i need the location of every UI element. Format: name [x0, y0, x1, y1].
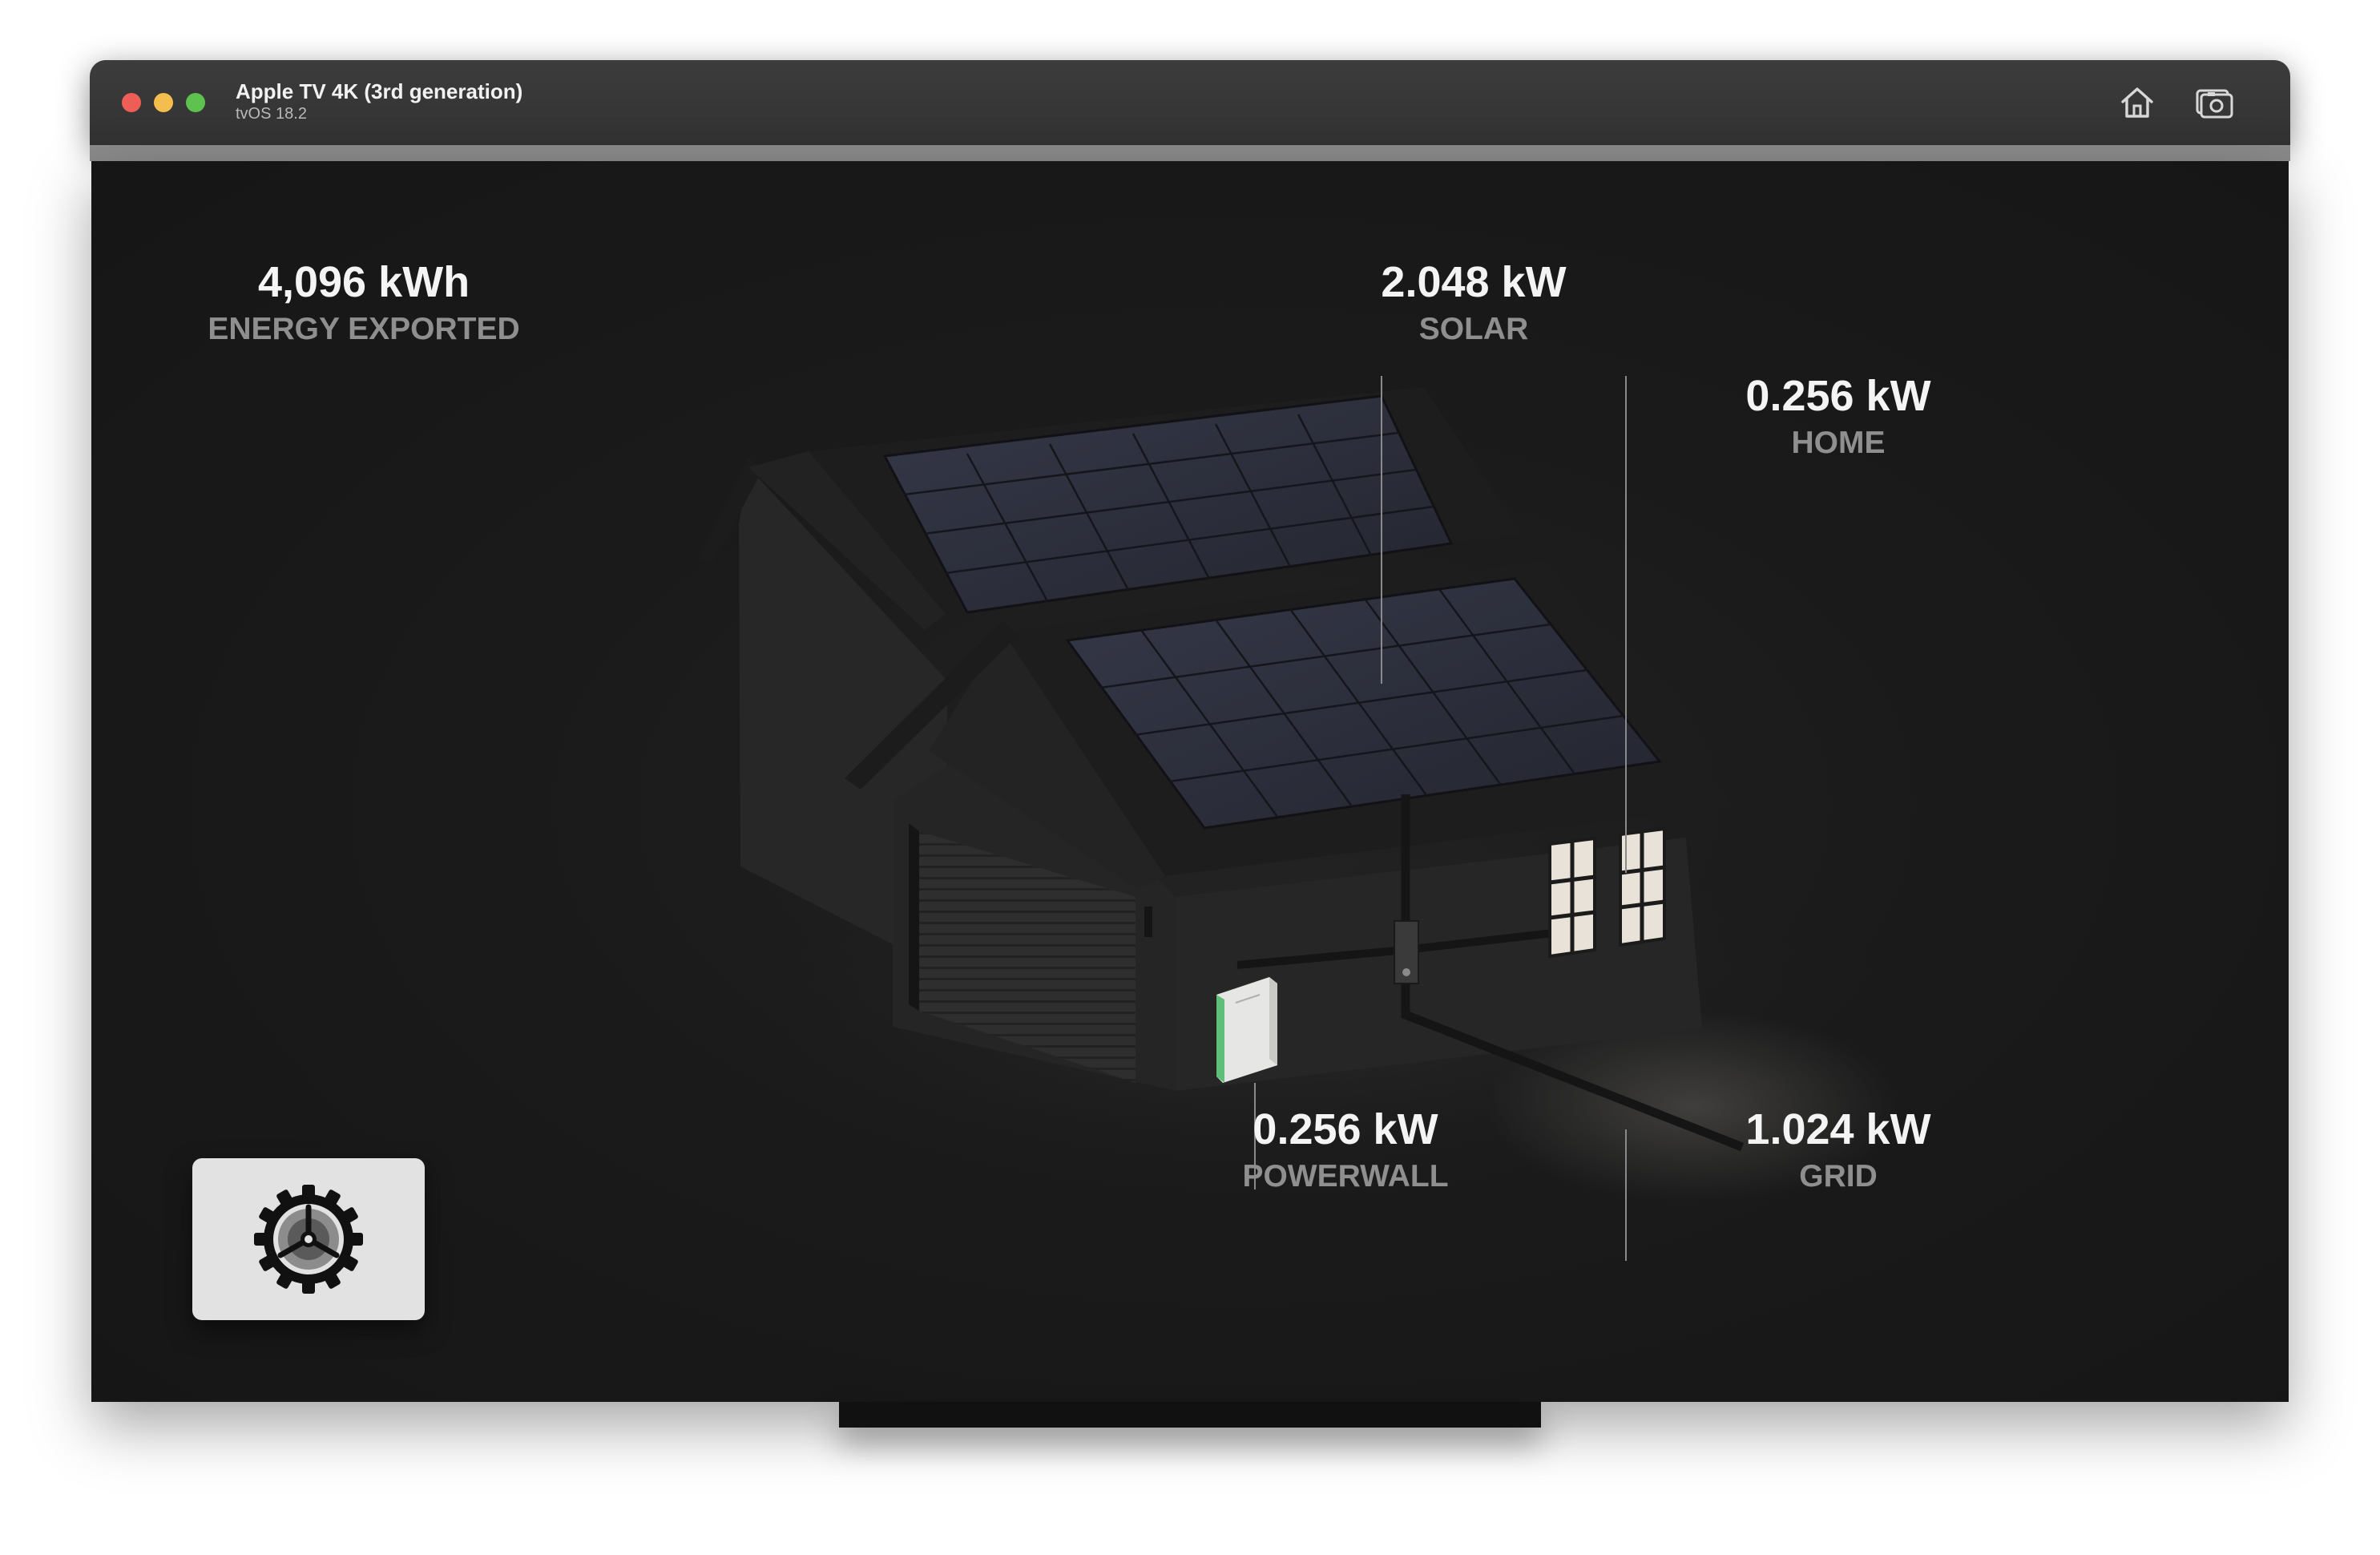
home-button[interactable]: [2117, 84, 2157, 121]
home-value: 0.256 kW: [1745, 372, 1931, 420]
gear-icon: [254, 1185, 363, 1294]
powerwall-label: POWERWALL: [1242, 1159, 1449, 1194]
solar-value: 2.048 kW: [1381, 258, 1567, 306]
grid-metric: 1.024 kW GRID: [1662, 1108, 2015, 1192]
solar-metric: 2.048 kW SOLAR: [1297, 261, 1650, 345]
grid-label: GRID: [1799, 1159, 1878, 1194]
garage-door-frame: [909, 823, 919, 1011]
energy-exported-label: ENERGY EXPORTED: [208, 312, 520, 346]
settings-button[interactable]: [192, 1158, 425, 1320]
home-metric: 0.256 kW HOME: [1662, 374, 2015, 458]
screenshot-button[interactable]: [2194, 84, 2234, 121]
close-window-button[interactable]: [122, 93, 141, 112]
powerwall-metric: 0.256 kW POWERWALL: [1169, 1108, 1522, 1192]
solar-panel-array-back: [882, 394, 1454, 614]
device-name: Apple TV 4K (3rd generation): [236, 79, 523, 103]
minimize-window-button[interactable]: [154, 93, 173, 112]
meter-dial: [1402, 968, 1410, 976]
grid-value: 1.024 kW: [1745, 1105, 1931, 1153]
wall-light: [1144, 907, 1152, 937]
solar-label: SOLAR: [1418, 312, 1529, 346]
tv-screen: 4,096 kWh ENERGY EXPORTED 2.048 kW SOLAR…: [91, 161, 2289, 1402]
title-bar: Apple TV 4K (3rd generation) tvOS 18.2: [90, 60, 2290, 145]
energy-exported-value: 4,096 kWh: [257, 258, 470, 306]
os-version: tvOS 18.2: [236, 105, 307, 123]
house-icon: [2121, 87, 2153, 118]
tv-stand: [839, 1402, 1541, 1428]
camera-screenshot-icon: [2196, 89, 2233, 119]
home-label: HOME: [1791, 426, 1886, 460]
simulator-window: Apple TV 4K (3rd generation) tvOS 18.2 4…: [90, 60, 2290, 1428]
zoom-window-button[interactable]: [186, 93, 205, 112]
powerwall-value: 0.256 kW: [1253, 1105, 1438, 1153]
energy-exported-metric: 4,096 kWh ENERGY EXPORTED: [188, 261, 540, 345]
screen-top-bezel: [90, 145, 2290, 161]
powerwall-unit: [1216, 977, 1277, 1083]
